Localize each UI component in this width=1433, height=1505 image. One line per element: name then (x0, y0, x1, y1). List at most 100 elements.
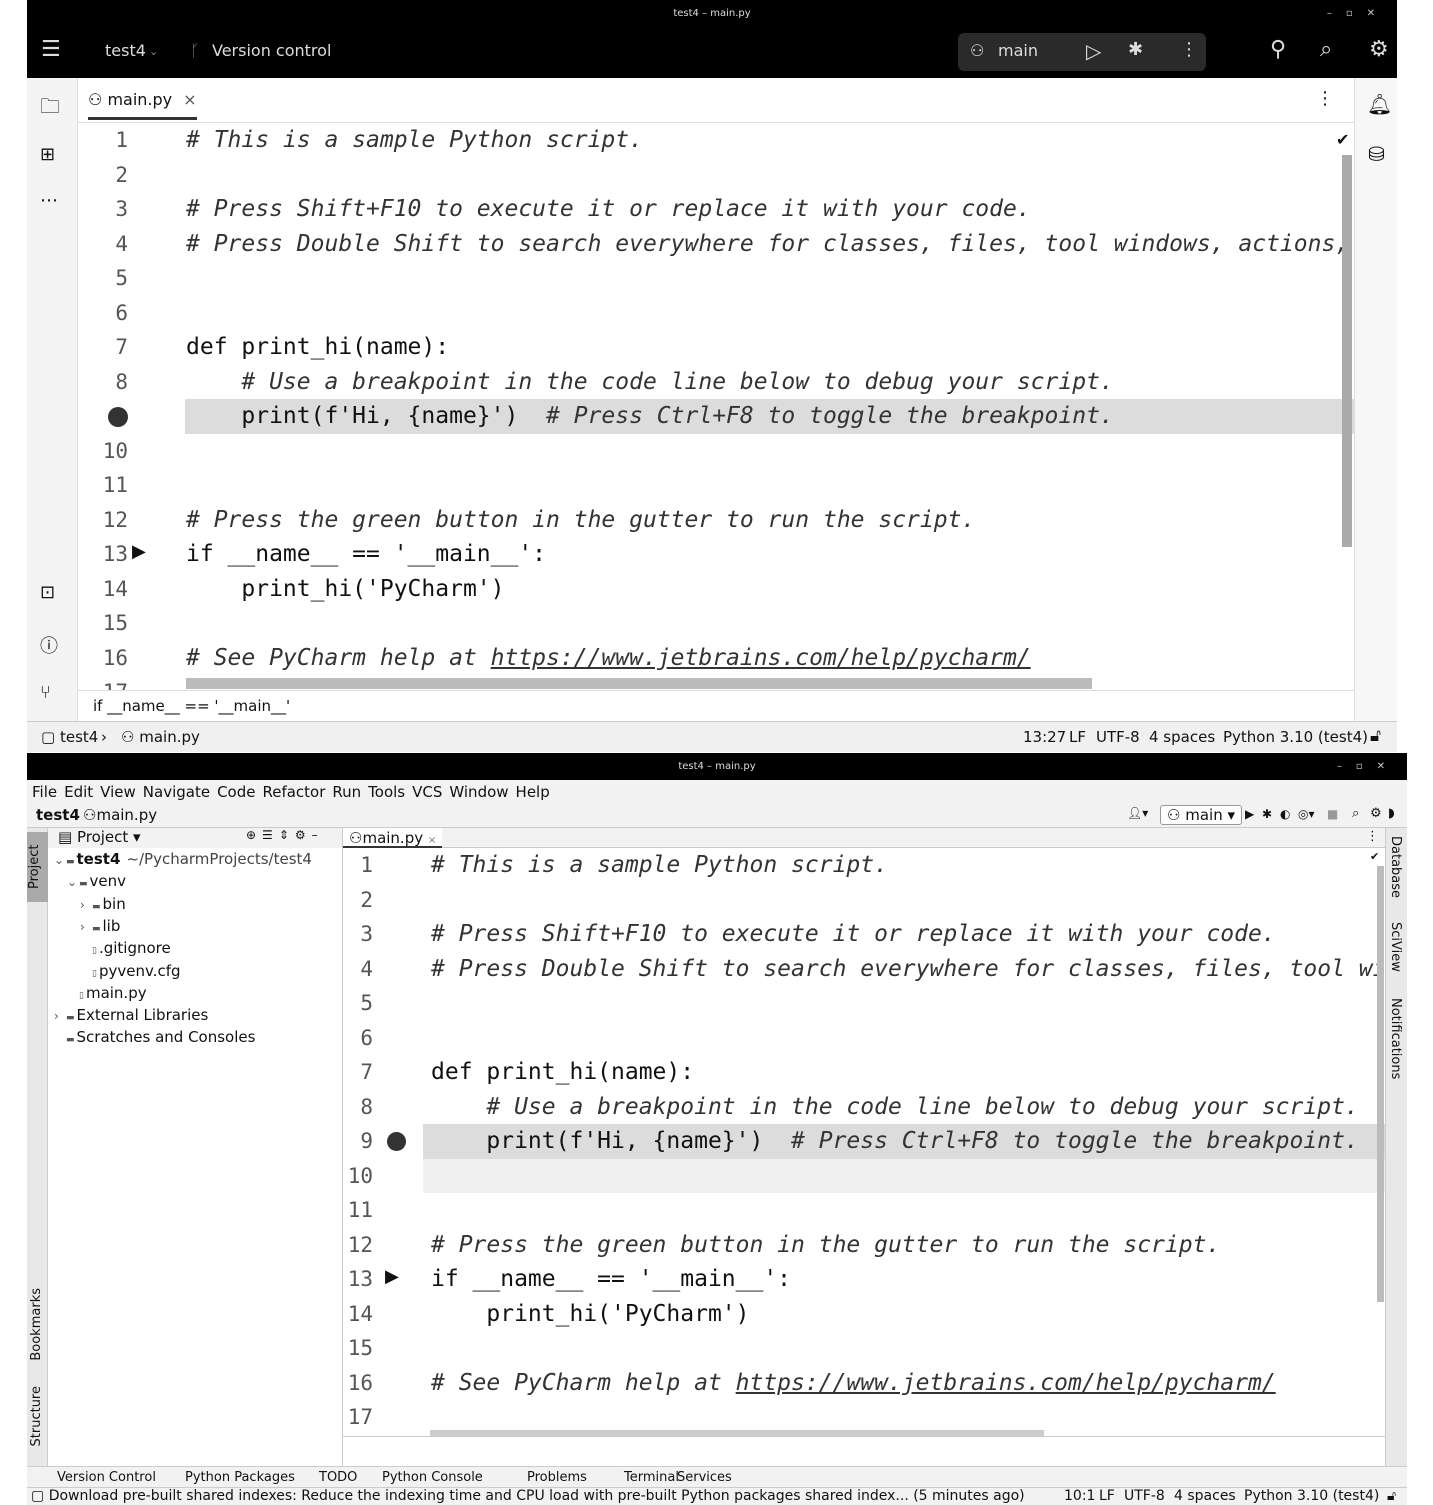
menu-run[interactable]: Run (332, 783, 361, 801)
tool-notifications[interactable]: Notifications (1388, 998, 1403, 1079)
tool-window-python-packages[interactable]: Python Packages (185, 1470, 295, 1485)
debug-icon[interactable]: ✱ (1262, 807, 1272, 821)
line-number[interactable]: 15 (343, 1331, 373, 1365)
caret-position[interactable]: 13:27 (1023, 728, 1066, 746)
tree-item[interactable]: ⌄ ▬ test4 ~/PycharmProjects/test4 (54, 850, 312, 868)
line-number[interactable]: 7 (343, 1055, 373, 1089)
line-number[interactable]: 5 (343, 986, 373, 1020)
tree-item[interactable]: › ▬ bin (80, 895, 126, 913)
search-icon[interactable]: ⌕ (1320, 37, 1332, 62)
coverage-icon[interactable]: ◐ (1280, 807, 1290, 821)
close-tab-icon[interactable]: × (183, 90, 196, 109)
line-number[interactable]: 8 (88, 365, 128, 399)
expand-arrow-icon[interactable]: › (80, 898, 92, 912)
breadcrumb-project[interactable]: test4 (36, 806, 80, 824)
line-number[interactable]: 13 (343, 1262, 373, 1296)
line-number[interactable]: 5 (88, 261, 128, 295)
tool-project[interactable]: Project (27, 832, 48, 902)
line-number[interactable]: 17 (343, 1400, 373, 1434)
line-number[interactable]: 6 (88, 296, 128, 330)
line-separator[interactable]: LF (1099, 1488, 1115, 1504)
line-number[interactable]: 16 (343, 1366, 373, 1400)
run-config-selector[interactable]: ⚇ main ▾ (1160, 805, 1243, 825)
line-number[interactable]: 8 (343, 1090, 373, 1124)
tool-database[interactable]: Database (1388, 836, 1403, 898)
run-config-selector[interactable]: main (998, 41, 1038, 60)
project-selector[interactable]: test4 (105, 41, 146, 60)
tool-window-version-control[interactable]: Version Control (57, 1470, 156, 1485)
database-icon[interactable]: ⛁ (1368, 142, 1385, 166)
line-number[interactable]: 7 (88, 330, 128, 364)
tab-main-py[interactable]: ⚇main.py × (343, 828, 443, 848)
tool-window-todo[interactable]: TODO (319, 1470, 357, 1485)
tool-window-problems[interactable]: Problems (527, 1470, 587, 1485)
run-icon[interactable]: ▶ (1245, 807, 1254, 821)
code-breadcrumb[interactable]: if __name__ == '__main__' (78, 690, 1354, 721)
line-number[interactable]: 4 (343, 952, 373, 986)
terminal-icon[interactable]: ⊡ (40, 582, 55, 603)
line-number[interactable]: 16 (88, 641, 128, 675)
line-number[interactable]: 1 (343, 848, 373, 882)
help-link[interactable]: https://www.jetbrains.com/help/pycharm/ (736, 1370, 1276, 1396)
tool-window-services[interactable]: Services (677, 1470, 732, 1485)
menu-refactor[interactable]: Refactor (262, 783, 325, 801)
menu-vcs[interactable]: VCS (412, 783, 442, 801)
menu-help[interactable]: Help (516, 783, 550, 801)
structure-icon[interactable]: ⊞ (40, 144, 55, 165)
line-number[interactable]: 12 (343, 1228, 373, 1262)
editor-options-icon[interactable]: ⋮ (1366, 829, 1379, 844)
settings-icon[interactable]: ⚙ (1369, 37, 1389, 62)
line-number[interactable]: 13 (88, 537, 128, 571)
profile-icon[interactable]: ◎▾ (1298, 807, 1315, 821)
run-gutter-icon[interactable]: ▶ (132, 541, 146, 562)
menu-edit[interactable]: Edit (64, 783, 93, 801)
window-controls[interactable]: –▫✕ (1337, 753, 1399, 780)
tool-window-terminal[interactable]: Terminal (624, 1470, 679, 1485)
editor-options-icon[interactable]: ⋮ (1316, 88, 1334, 109)
panel-actions[interactable]: ⊕☰⇕⚙– (246, 828, 324, 842)
line-number[interactable]: 3 (88, 192, 128, 226)
interpreter[interactable]: Python 3.10 (test4) (1223, 728, 1368, 746)
tree-item[interactable]: ▬ Scratches and Consoles (54, 1028, 255, 1046)
stop-icon[interactable]: ■ (1327, 807, 1338, 821)
window-controls[interactable]: –▫✕ (1327, 0, 1389, 27)
line-separator[interactable]: LF (1069, 728, 1086, 746)
horizontal-scrollbar[interactable] (186, 678, 1092, 689)
line-number[interactable]: 11 (88, 468, 128, 502)
vcs-selector[interactable]: Version control (212, 41, 331, 60)
indent[interactable]: 4 spaces (1174, 1488, 1236, 1504)
tool-window-python-console[interactable]: Python Console (382, 1470, 483, 1485)
line-number[interactable]: 14 (88, 572, 128, 606)
line-number[interactable]: 6 (343, 1021, 373, 1055)
expand-arrow-icon[interactable]: › (54, 1009, 66, 1023)
line-number[interactable]: 10 (343, 1159, 373, 1193)
notifications-icon[interactable]: 🔔︎ (1367, 92, 1392, 116)
line-number[interactable]: 11 (343, 1193, 373, 1227)
tool-bookmarks[interactable]: Bookmarks (29, 1288, 44, 1361)
line-number[interactable]: 9 (343, 1124, 373, 1158)
line-number[interactable]: 2 (343, 883, 373, 917)
tree-item[interactable]: › ▬ External Libraries (54, 1006, 208, 1024)
interpreter[interactable]: Python 3.10 (test4) (1244, 1488, 1379, 1504)
tab-main-py[interactable]: ⚇ main.py × (88, 90, 197, 120)
menu-navigate[interactable]: Navigate (143, 783, 210, 801)
git-icon[interactable]: ⑂ (40, 682, 51, 703)
settings-icon[interactable]: ⚙ (1370, 806, 1382, 821)
debug-icon[interactable]: ✱ (1128, 39, 1143, 60)
plugins-icon[interactable]: ◗ (1388, 806, 1395, 821)
menu-window[interactable]: Window (449, 783, 508, 801)
vertical-scrollbar[interactable] (1377, 866, 1384, 1302)
menu-view[interactable]: View (100, 783, 136, 801)
tool-structure[interactable]: Structure (29, 1386, 44, 1446)
add-user-icon[interactable]: ⚲ (1270, 37, 1286, 62)
status-message[interactable]: ▢ Download pre-built shared indexes: Red… (31, 1488, 1025, 1504)
tree-item[interactable]: ▯ .gitignore (80, 939, 171, 957)
tree-item[interactable]: ⌄ ▬ venv (67, 872, 126, 890)
encoding[interactable]: UTF-8 (1096, 728, 1140, 746)
line-number[interactable]: 4 (88, 227, 128, 261)
expand-arrow-icon[interactable]: ⌄ (54, 853, 66, 867)
expand-arrow-icon[interactable]: › (80, 920, 92, 934)
line-number[interactable]: 10 (88, 434, 128, 468)
caret-position[interactable]: 10:1 (1064, 1488, 1095, 1504)
breadcrumb-file[interactable]: ⚇main.py (83, 806, 157, 824)
